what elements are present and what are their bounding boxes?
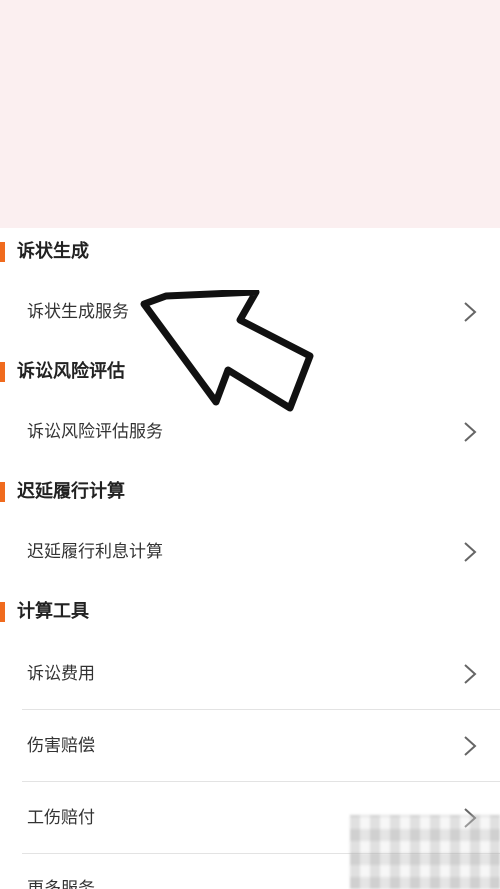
section-header-delay: 迟延履行计算	[0, 468, 500, 516]
section-accent-bar	[0, 482, 5, 502]
chevron-right-icon	[464, 302, 477, 322]
list-item-litigation-fee[interactable]: 诉讼费用	[0, 638, 500, 710]
list-item-label: 伤害赔偿	[27, 736, 95, 756]
chevron-right-icon	[464, 542, 477, 562]
section-title: 迟延履行计算	[17, 481, 125, 502]
chevron-right-icon	[464, 664, 477, 684]
list-item-label: 更多服务	[27, 879, 95, 889]
section-accent-bar	[0, 362, 5, 382]
list-item-label: 迟延履行利息计算	[27, 542, 163, 562]
section-accent-bar	[0, 242, 5, 262]
chevron-right-icon	[464, 736, 477, 756]
section-header-tools: 计算工具	[0, 588, 500, 636]
list-item-delay-interest[interactable]: 迟延履行利息计算	[0, 516, 500, 588]
section-title: 诉状生成	[17, 241, 89, 262]
list-item-label: 诉讼风险评估服务	[27, 422, 163, 442]
list-item-label: 诉状生成服务	[27, 302, 129, 322]
section-title: 诉讼风险评估	[17, 361, 125, 382]
section-title: 计算工具	[17, 601, 89, 622]
chevron-right-icon	[464, 422, 477, 442]
top-banner	[0, 0, 500, 228]
section-accent-bar	[0, 602, 5, 622]
list-item-injury-compensation[interactable]: 伤害赔偿	[0, 710, 500, 782]
list-item-label: 诉讼费用	[27, 664, 95, 684]
annotation-arrow-icon	[140, 290, 314, 412]
section-header-petition: 诉状生成	[0, 228, 500, 276]
blurred-watermark	[350, 815, 500, 889]
list-item-label: 工伤赔付	[27, 808, 95, 828]
